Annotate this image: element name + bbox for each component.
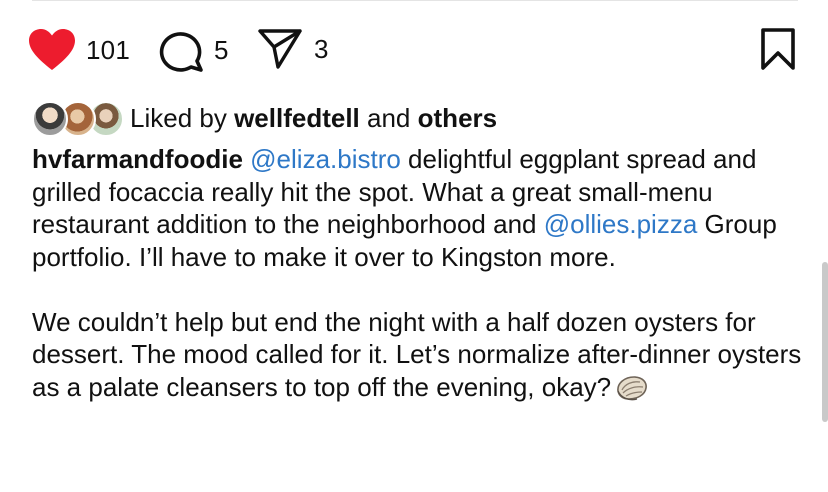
liker-avatars[interactable] — [32, 101, 124, 137]
comment-button[interactable]: 5 — [158, 28, 229, 72]
mention-link-ollies-pizza[interactable]: @ollies.pizza — [544, 209, 698, 239]
comments-count[interactable]: 5 — [214, 35, 229, 66]
scrollbar[interactable] — [822, 262, 828, 422]
avatar[interactable] — [32, 101, 68, 137]
heart-filled-icon[interactable] — [28, 28, 76, 72]
oyster-emoji-icon — [615, 374, 649, 402]
mention-link-eliza-bistro[interactable]: @eliza.bistro — [250, 144, 401, 174]
paper-plane-icon[interactable] — [258, 28, 302, 70]
bookmark-icon[interactable] — [760, 28, 796, 70]
share-button[interactable]: 3 — [258, 28, 329, 70]
like-button[interactable]: 101 — [28, 28, 130, 72]
author-username-link[interactable]: hvfarmandfoodie — [32, 144, 243, 174]
top-divider — [32, 0, 798, 1]
caption-paragraph: We couldn’t help but end the night with … — [32, 306, 802, 404]
comment-bubble-icon[interactable] — [158, 28, 204, 72]
liked-by-row: Liked by wellfedtell and others — [32, 98, 497, 138]
liked-by-others-link[interactable]: others — [418, 103, 497, 133]
save-button[interactable] — [760, 28, 796, 70]
liked-by-user-link[interactable]: wellfedtell — [234, 103, 360, 133]
caption-paragraph: hvfarmandfoodie @eliza.bistro delightful… — [32, 143, 802, 273]
post-action-bar: 101 5 3 — [0, 24, 828, 76]
shares-count[interactable]: 3 — [314, 34, 329, 65]
caption-text: We couldn’t help but end the night with … — [32, 306, 802, 402]
liked-by-prefix: Liked by — [130, 102, 227, 133]
liked-by-conjunction: and — [367, 102, 411, 133]
post-caption: hvfarmandfoodie @eliza.bistro delightful… — [32, 143, 802, 403]
liked-by-text: Liked by wellfedtell and others — [130, 103, 497, 134]
likes-count[interactable]: 101 — [86, 35, 130, 66]
